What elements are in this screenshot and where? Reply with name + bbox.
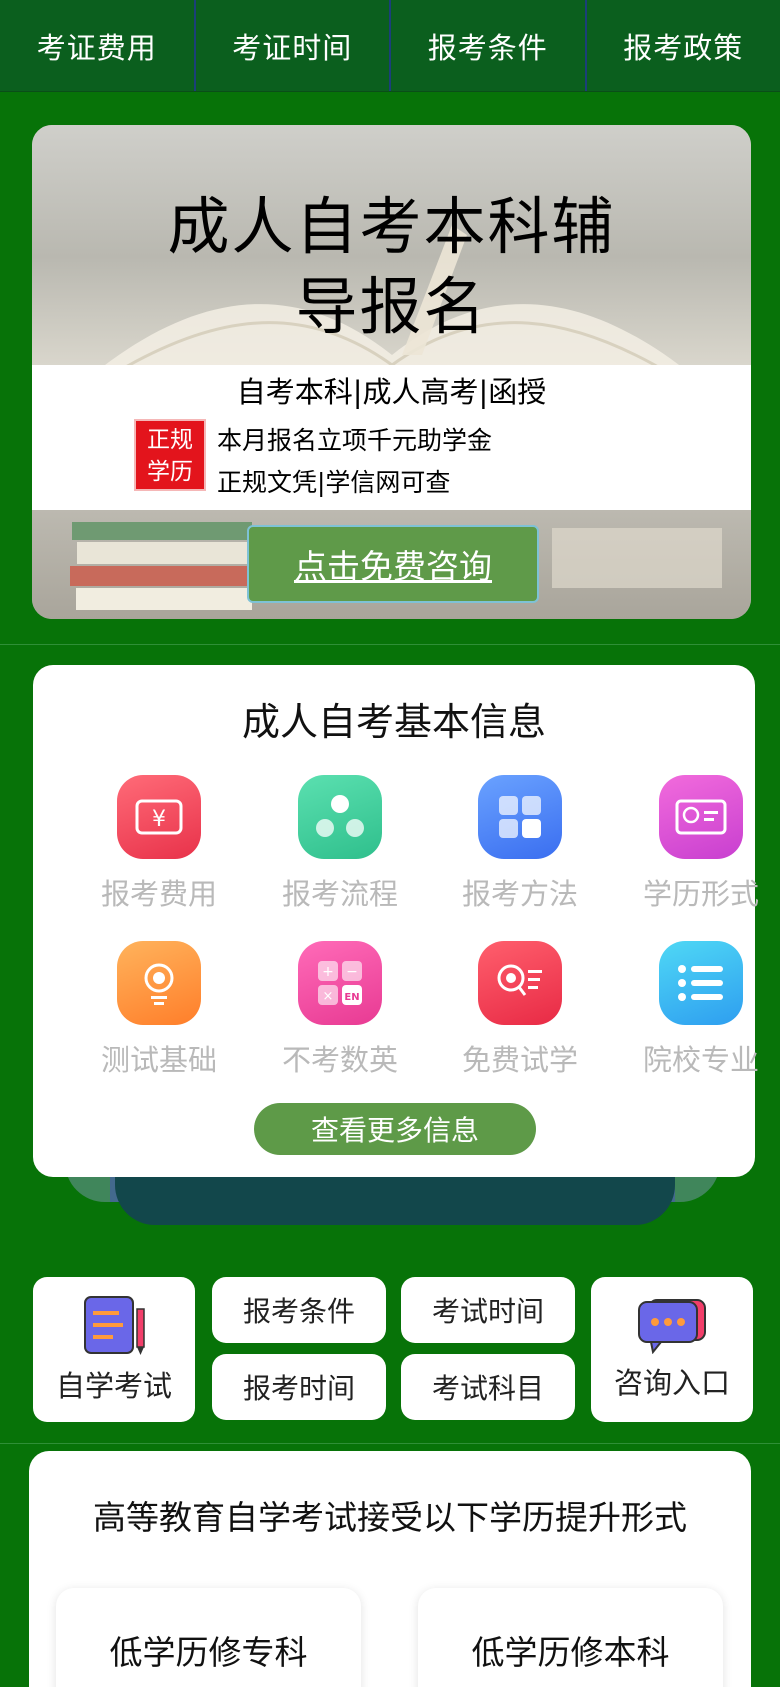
- chat-bubble-icon: [638, 1298, 706, 1354]
- document-pen-icon: [84, 1295, 145, 1355]
- search-list-icon: [478, 941, 562, 1025]
- consult-label: 咨询入口: [613, 1365, 730, 1400]
- grid-icon: [478, 775, 562, 859]
- consult-entry-button[interactable]: 咨询入口: [591, 1277, 753, 1422]
- info-item-label: 学历形式: [642, 877, 759, 911]
- info-item-free-trial[interactable]: 免费试学: [435, 941, 605, 1079]
- info-item-label: 报考流程: [281, 877, 398, 911]
- nav-item-policy[interactable]: 报考政策: [587, 0, 780, 91]
- calculator-en-icon: EN + − ×: [298, 941, 382, 1025]
- option-bachelor[interactable]: 低学历修本科: [418, 1588, 723, 1687]
- info-item-label: 院校专业: [642, 1043, 759, 1077]
- info-item-label: 测试基础: [100, 1043, 217, 1077]
- yen-ticket-icon: ¥: [117, 775, 201, 859]
- info-item-label: 不考数英: [281, 1043, 398, 1077]
- svg-text:EN: EN: [344, 992, 359, 1003]
- info-item-method[interactable]: 报考方法: [435, 775, 605, 913]
- option-junior-college[interactable]: 低学历修专科: [56, 1588, 361, 1687]
- lamp-icon: [117, 941, 201, 1025]
- nav-item-fee[interactable]: 考证费用: [0, 0, 196, 91]
- nav-item-conditions[interactable]: 报考条件: [391, 0, 587, 91]
- basic-info-heading: 成人自考基本信息: [241, 700, 546, 744]
- info-item-basic-test[interactable]: 测试基础: [74, 941, 244, 1079]
- info-item-process[interactable]: 报考流程: [255, 775, 425, 913]
- info-item-schools[interactable]: 院校专业: [616, 941, 780, 1079]
- basic-info-card: 成人自考基本信息 ¥ 报考费用 报考流程 报考方法 学历形式 测试基础 EN + −…: [33, 665, 759, 1177]
- view-more-button[interactable]: 查看更多信息: [254, 1103, 536, 1155]
- self-study-exam-button[interactable]: 自学考试: [33, 1277, 195, 1422]
- divider: [0, 1443, 780, 1444]
- official-degree-badge: 正规学历: [134, 419, 206, 491]
- flow-icon: [298, 775, 382, 859]
- quick-link-exam-time[interactable]: 考试时间: [401, 1277, 575, 1343]
- education-forms-card: 高等教育自学考试接受以下学历提升形式 低学历修专科 低学历修本科: [29, 1451, 751, 1687]
- info-item-label: 报考方法: [461, 877, 578, 911]
- nav-item-time[interactable]: 考证时间: [196, 0, 391, 91]
- svg-text:×: ×: [323, 989, 334, 1004]
- divider: [0, 644, 780, 645]
- banner-verify-line: 正规文凭|学信网可查: [217, 468, 451, 497]
- self-study-label: 自学考试: [55, 1368, 172, 1403]
- banner-promo-line: 本月报名立项千元助学金: [217, 426, 493, 455]
- banner-subtitle: 自考本科|成人高考|函授: [236, 375, 547, 409]
- quick-link-register-time[interactable]: 报考时间: [212, 1354, 386, 1420]
- free-consult-button[interactable]: 点击免费咨询: [247, 525, 539, 603]
- info-item-label: 免费试学: [461, 1043, 578, 1077]
- quick-link-subjects[interactable]: 考试科目: [401, 1354, 575, 1420]
- info-item-fee[interactable]: ¥ 报考费用: [74, 775, 244, 913]
- banner-title: 成人自考本科辅导报名: [167, 190, 616, 343]
- top-nav: 考证费用 考证时间 报考条件 报考政策: [0, 0, 780, 92]
- education-forms-heading: 高等教育自学考试接受以下学历提升形式: [93, 1498, 687, 1537]
- svg-text:+: +: [322, 964, 334, 980]
- certificate-icon: [659, 775, 743, 859]
- hero-banner[interactable]: 成人自考本科辅导报名 自考本科|成人高考|函授 正规学历 本月报名立项千元助学金…: [32, 125, 751, 619]
- svg-text:−: −: [346, 964, 358, 980]
- info-item-label: 报考费用: [100, 877, 217, 911]
- info-item-degree[interactable]: 学历形式: [616, 775, 780, 913]
- svg-text:¥: ¥: [152, 807, 166, 832]
- info-item-no-math-english[interactable]: EN + − × 不考数英: [255, 941, 425, 1079]
- quick-link-conditions[interactable]: 报考条件: [212, 1277, 386, 1343]
- list-icon: [659, 941, 743, 1025]
